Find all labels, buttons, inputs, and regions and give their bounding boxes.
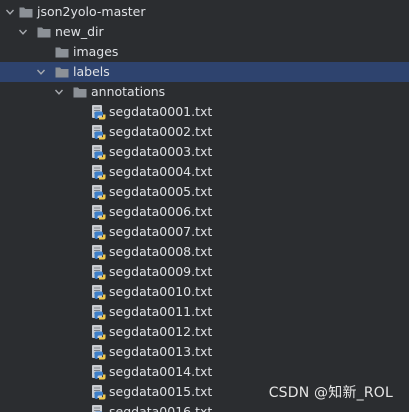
tree-item-label: labels [73, 64, 110, 79]
python-file-icon [90, 242, 106, 262]
tree-item-label: json2yolo-master [37, 4, 146, 19]
tree-item-new-dir[interactable]: new_dir [0, 22, 409, 42]
file-name-label: segdata0015.txt [109, 384, 213, 399]
tree-item-file[interactable]: segdata0004.txt [0, 162, 409, 182]
watermark: CSDN @知新_ROL [268, 385, 393, 401]
tree-item-file[interactable]: segdata0009.txt [0, 262, 409, 282]
python-file-icon [90, 102, 106, 122]
python-file-icon [90, 342, 106, 362]
file-name-label: segdata0005.txt [109, 184, 213, 199]
tree-item-root[interactable]: json2yolo-master [0, 2, 409, 22]
folder-icon [54, 62, 70, 82]
file-name-label: segdata0010.txt [109, 284, 213, 299]
tree-item-file[interactable]: segdata0003.txt [0, 142, 409, 162]
chevron-down-icon[interactable] [4, 2, 16, 22]
folder-icon [54, 42, 70, 62]
folder-icon [72, 82, 88, 102]
tree-item-label: annotations [91, 84, 166, 99]
tree-item-label: images [73, 44, 119, 59]
tree-item-file[interactable]: segdata0010.txt [0, 282, 409, 302]
tree-item-file[interactable]: segdata0011.txt [0, 302, 409, 322]
tree-item-file[interactable]: segdata0014.txt [0, 362, 409, 382]
project-tree: json2yolo-master new_dir images labels a… [0, 0, 409, 412]
tree-item-images[interactable]: images [0, 42, 409, 62]
tree-item-labels[interactable]: labels [0, 62, 409, 82]
python-file-icon [90, 402, 106, 412]
python-file-icon [90, 282, 106, 302]
tree-item-file[interactable]: segdata0012.txt [0, 322, 409, 342]
file-name-label: segdata0006.txt [109, 204, 213, 219]
file-name-label: segdata0016.txt [109, 404, 213, 412]
tree-item-file[interactable]: segdata0006.txt [0, 202, 409, 222]
folder-icon [36, 22, 52, 42]
python-file-icon [90, 162, 106, 182]
python-file-icon [90, 382, 106, 402]
tree-item-label: new_dir [55, 24, 104, 39]
chevron-down-icon[interactable] [35, 62, 47, 82]
tree-item-file[interactable]: segdata0013.txt [0, 342, 409, 362]
chevron-down-icon[interactable] [17, 22, 29, 42]
python-file-icon [90, 322, 106, 342]
file-name-label: segdata0013.txt [109, 344, 213, 359]
file-name-label: segdata0004.txt [109, 164, 213, 179]
folder-icon [18, 2, 34, 22]
python-file-icon [90, 222, 106, 242]
python-file-icon [90, 202, 106, 222]
tree-item-file[interactable]: segdata0007.txt [0, 222, 409, 242]
tree-item-file[interactable]: segdata0016.txt [0, 402, 409, 412]
python-file-icon [90, 182, 106, 202]
file-name-label: segdata0012.txt [109, 324, 213, 339]
chevron-down-icon[interactable] [53, 82, 65, 102]
file-name-label: segdata0003.txt [109, 144, 213, 159]
file-name-label: segdata0014.txt [109, 364, 213, 379]
file-name-label: segdata0008.txt [109, 244, 213, 259]
tree-item-annotations[interactable]: annotations [0, 82, 409, 102]
python-file-icon [90, 262, 106, 282]
file-name-label: segdata0002.txt [109, 124, 213, 139]
file-name-label: segdata0007.txt [109, 224, 213, 239]
tree-item-file[interactable]: segdata0001.txt [0, 102, 409, 122]
file-name-label: segdata0001.txt [109, 104, 213, 119]
python-file-icon [90, 362, 106, 382]
python-file-icon [90, 122, 106, 142]
python-file-icon [90, 142, 106, 162]
file-name-label: segdata0011.txt [109, 304, 213, 319]
tree-item-file[interactable]: segdata0008.txt [0, 242, 409, 262]
python-file-icon [90, 302, 106, 322]
tree-item-file[interactable]: segdata0002.txt [0, 122, 409, 142]
file-name-label: segdata0009.txt [109, 264, 213, 279]
tree-item-file[interactable]: segdata0005.txt [0, 182, 409, 202]
